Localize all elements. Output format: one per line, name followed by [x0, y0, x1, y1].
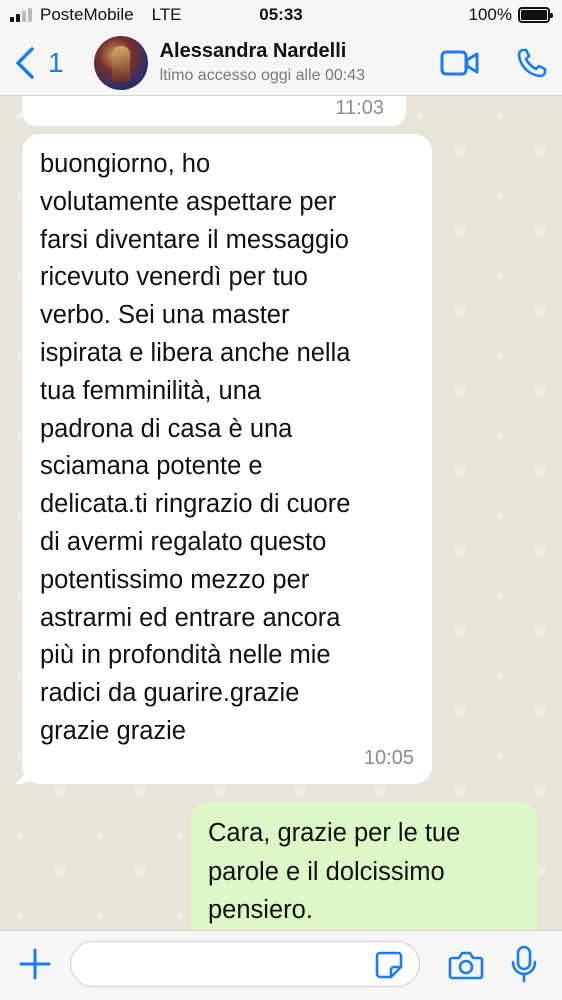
status-right: 100%	[468, 5, 553, 25]
video-camera-icon[interactable]	[440, 49, 480, 77]
last-seen-status: ltimo accesso oggi alle 00:43	[159, 67, 366, 84]
battery-icon	[518, 7, 553, 23]
message-text: Cara, grazie per le tue parole e il dolc…	[208, 819, 461, 924]
battery-percent: 100%	[468, 5, 512, 24]
message-time: 10:05	[363, 747, 414, 769]
plus-icon[interactable]	[18, 947, 52, 981]
battery-fill	[521, 10, 547, 20]
sticker-icon[interactable]	[374, 950, 404, 980]
network-type: LTE	[151, 5, 182, 24]
input-bar	[0, 930, 562, 1000]
unread-count: 1	[48, 46, 64, 78]
message-text: buongiorno, ho volutamente aspettare per…	[40, 150, 351, 745]
message-bubble-outgoing[interactable]: Cara, grazie per le tue parole e il dolc…	[190, 802, 538, 930]
contact-name: Alessandra Nardelli	[159, 40, 347, 62]
message-bubble-incoming[interactable]: buongiorno, ho volutamente aspettare per…	[22, 134, 432, 784]
message-input[interactable]	[70, 941, 420, 987]
back-button[interactable]: 1	[12, 46, 64, 80]
status-left: PosteMobile LTE	[10, 5, 181, 25]
chevron-left-icon	[16, 46, 34, 79]
signal-strength-icon	[10, 8, 32, 22]
status-bar: PosteMobile LTE 05:33 100%	[0, 0, 562, 30]
camera-icon[interactable]	[448, 949, 484, 981]
carrier-name: PosteMobile	[40, 5, 134, 24]
avatar[interactable]	[93, 35, 148, 90]
chat-area[interactable]: 11:03 buongiorno, ho volutamente aspetta…	[0, 96, 562, 930]
header-actions	[440, 30, 548, 96]
contact-info[interactable]: Alessandra Nardelli ltimo accesso oggi a…	[160, 40, 365, 85]
message-bubble-previous[interactable]: 11:03	[22, 96, 406, 126]
message-time: 11:03	[335, 97, 384, 119]
chat-header: 1 Alessandra Nardelli ltimo accesso oggi…	[0, 30, 562, 96]
microphone-icon[interactable]	[510, 945, 538, 983]
phone-icon[interactable]	[516, 47, 548, 79]
